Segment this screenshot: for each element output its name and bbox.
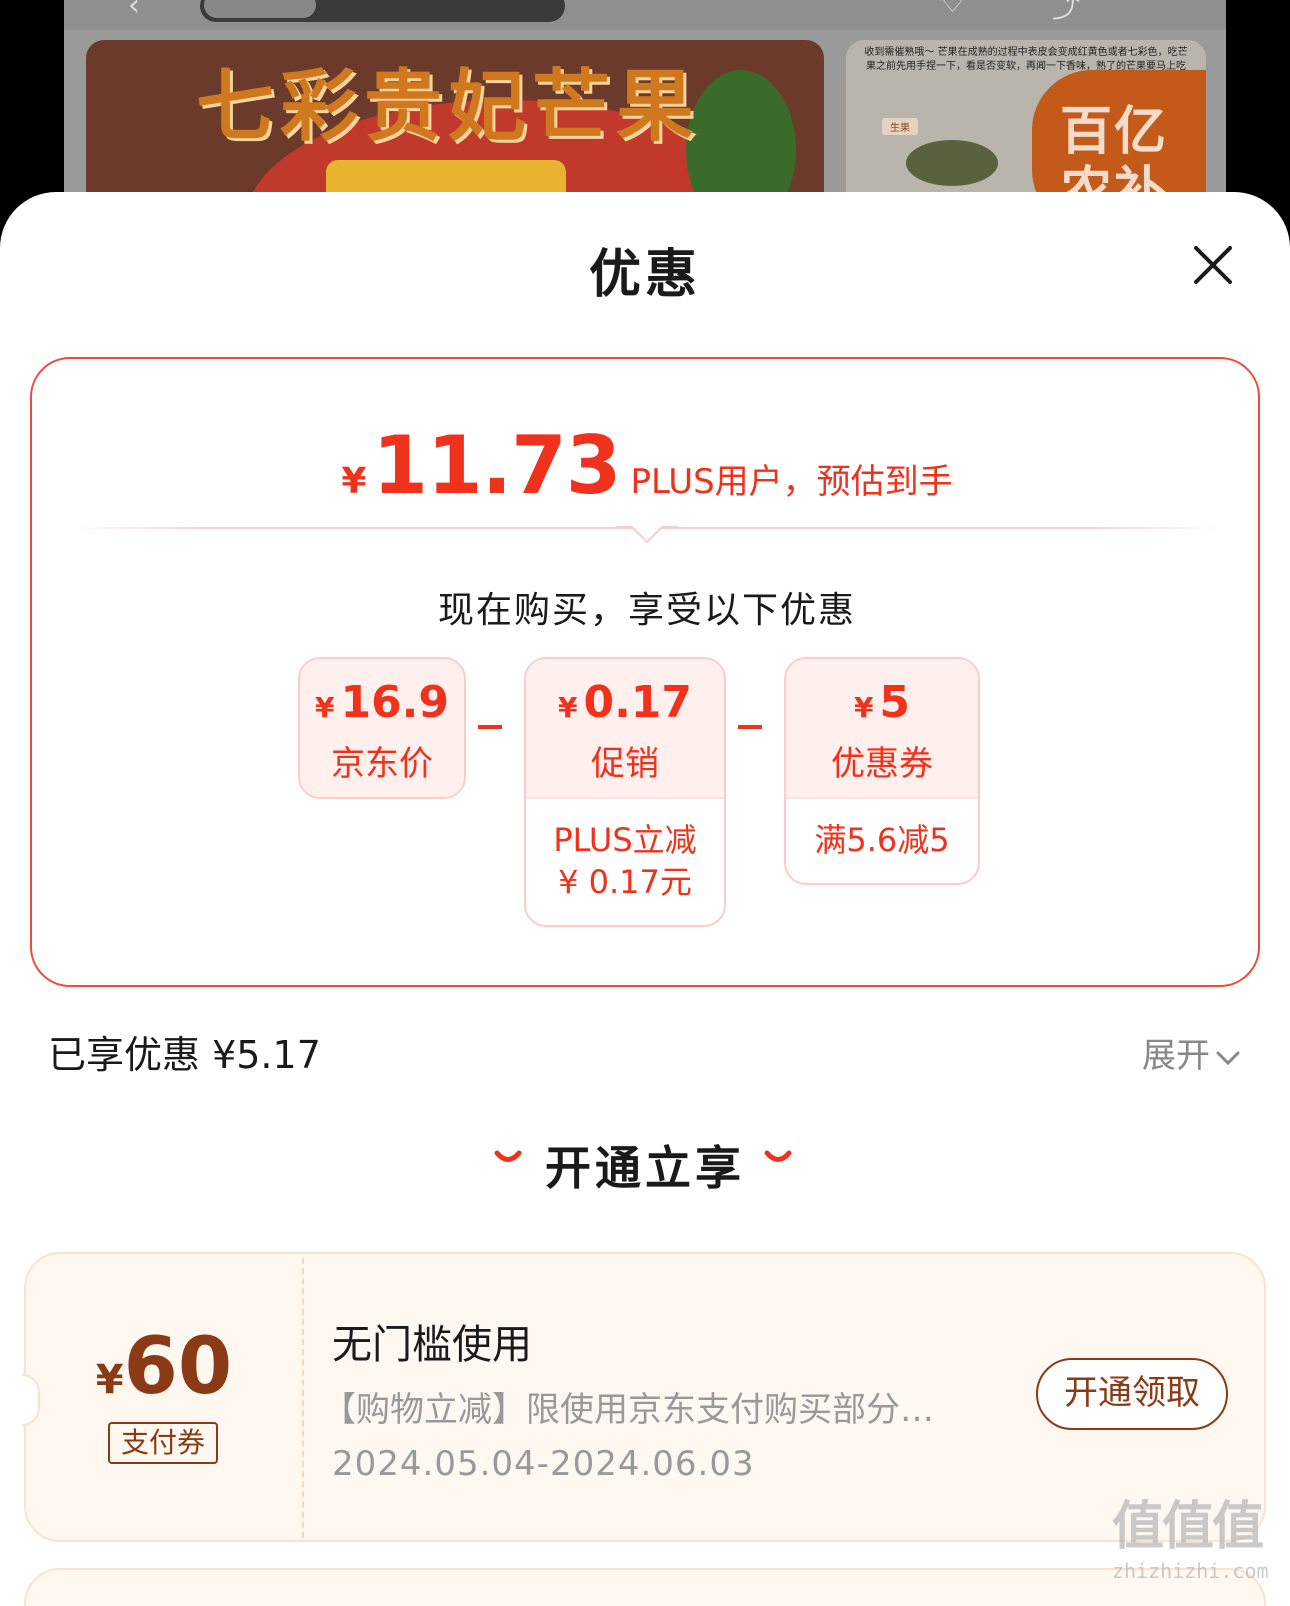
payment-coupon-card[interactable]: ¥60 支付券 无门槛使用 【购物立减】限使用京东支付购买部分… 2024.05… — [22, 1252, 1266, 1542]
chip-amount: ¥0.17 — [526, 677, 724, 734]
chip-detail: PLUS立减 ¥ 0.17元 — [526, 797, 724, 903]
sheet-title: 优惠 — [588, 245, 701, 305]
minus-sign — [478, 725, 502, 729]
expand-button[interactable]: 展开 — [1142, 1028, 1242, 1077]
coupon-amount-value: 60 — [123, 1322, 233, 1412]
coupon-chip: ¥5 优惠券 满5.6减5 — [784, 657, 980, 885]
search-pill — [204, 0, 316, 18]
product-banner-title: 七彩贵妃芒果 — [196, 62, 701, 152]
chip-label: 促销 — [591, 744, 659, 784]
chip-label: 京东价 — [331, 744, 433, 784]
coupon-currency: ¥ — [95, 1357, 124, 1403]
heart-icon[interactable]: ♡ — [940, 0, 965, 19]
green-mango-shape — [906, 140, 998, 186]
close-icon — [1194, 246, 1232, 284]
chip-amount-value: 0.17 — [583, 677, 693, 728]
promotion-chip: ¥0.17 促销 PLUS立减 ¥ 0.17元 — [524, 657, 726, 927]
price-note: PLUS用户，预估到手 — [630, 462, 953, 502]
chip-amount: ¥5 — [786, 677, 978, 734]
estimated-price: ¥11.73 PLUS用户，预估到手 — [32, 419, 1262, 512]
watermark-logo: 值值值 — [1112, 1497, 1264, 1557]
chip-currency: ¥ — [557, 691, 578, 724]
activate-claim-button[interactable]: 开通领取 — [1036, 1358, 1228, 1430]
coupon-description: 【购物立减】限使用京东支付购买部分… — [322, 1390, 934, 1430]
buy-now-text: 现在购买，享受以下优惠 — [437, 590, 856, 631]
coupon-divider — [302, 1258, 304, 1538]
chip-detail: 满5.6减5 — [786, 797, 978, 861]
chip-header: ¥16.9 京东价 — [300, 659, 464, 797]
divider-notch — [616, 526, 678, 543]
coupon-title: 无门槛使用 — [332, 1322, 532, 1368]
site-watermark: 值值值 zhizhizhi.com — [1112, 1484, 1269, 1583]
estimated-price-box: ¥11.73 PLUS用户，预估到手 现在购买，享受以下优惠 ¥16.9 京东价 … — [30, 357, 1260, 987]
coupon-type-tag: 支付券 — [108, 1422, 218, 1464]
back-icon[interactable]: ‹ — [128, 0, 140, 23]
chip-currency: ¥ — [853, 691, 874, 724]
next-coupon-card[interactable] — [24, 1568, 1266, 1606]
background-search-bar[interactable] — [200, 0, 565, 22]
close-button[interactable] — [1188, 240, 1238, 290]
enjoyed-discount: 已享优惠 ¥5.17 — [48, 1033, 321, 1077]
chip-header: ¥5 优惠券 — [786, 659, 978, 797]
leaf-shape — [686, 70, 796, 210]
expand-label: 展开 — [1142, 1036, 1210, 1076]
share-icon[interactable]: ⤴ — [1052, 0, 1080, 26]
smile-decoration-icon — [764, 1150, 792, 1162]
raw-fruit-tag: 生果 — [882, 118, 918, 135]
coupon-date-range: 2024.05.04-2024.06.03 — [332, 1444, 755, 1484]
jd-price-chip: ¥16.9 京东价 — [298, 657, 466, 799]
chip-currency: ¥ — [314, 691, 335, 724]
chevron-down-icon — [1216, 1051, 1240, 1065]
section-heading: 开通立享 — [545, 1141, 745, 1195]
chip-amount-value: 5 — [879, 677, 911, 728]
chip-header: ¥0.17 促销 — [526, 659, 724, 797]
discount-sheet: 优惠 ¥11.73 PLUS用户，预估到手 现在购买，享受以下优惠 ¥16.9 京… — [0, 192, 1290, 1606]
chip-label: 优惠券 — [831, 744, 933, 784]
chip-amount-value: 16.9 — [340, 677, 450, 728]
chip-amount: ¥16.9 — [300, 677, 464, 734]
product-image-secondary[interactable]: 收到需催熟哦～ 芒果在成熟的过程中表皮会变成红黄色或者七彩色，吃芒果之前先用手捏… — [846, 40, 1206, 210]
price-currency: ¥ — [341, 461, 367, 502]
minus-sign — [738, 725, 762, 729]
price-value: 11.73 — [372, 419, 621, 512]
watermark-text: zhizhizhi.com — [1112, 1559, 1269, 1583]
coupon-amount: ¥60 — [26, 1322, 302, 1412]
